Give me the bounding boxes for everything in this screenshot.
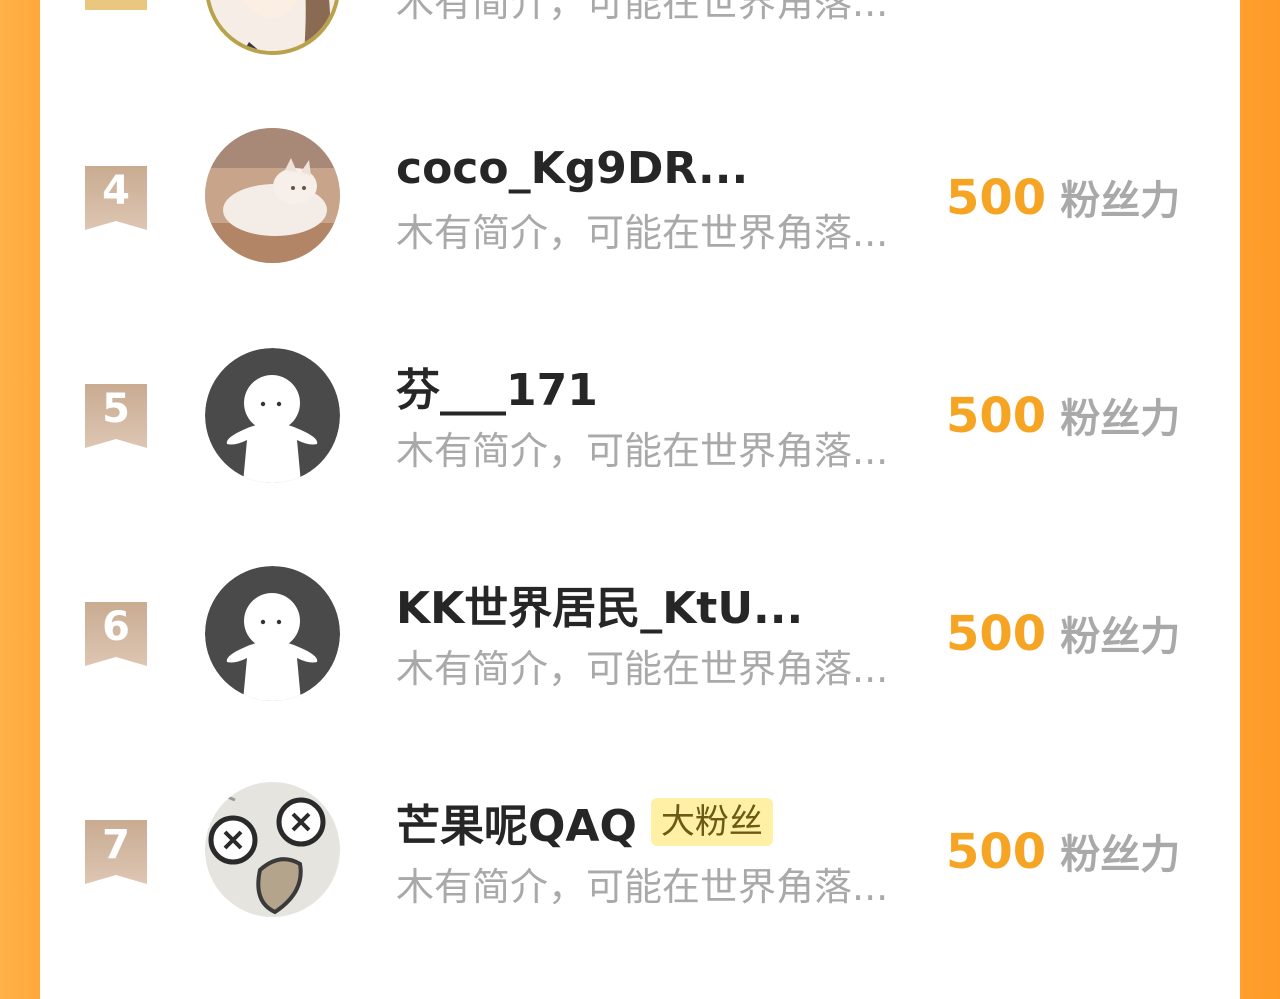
rank-ribbon: 6 [85, 602, 147, 666]
user-bio: 木有简介，可能在世界角落... [396, 429, 889, 473]
user-bio: 木有简介，可能在世界角落... [396, 211, 889, 255]
user-name[interactable]: coco_Kg9DR... [396, 143, 748, 194]
avatar-cat-photo[interactable] [205, 128, 340, 263]
avatar-top[interactable] [205, 0, 340, 55]
rank-ribbon: 5 [85, 384, 147, 448]
user-bio: 木有简介，可能在世界角落... [396, 647, 889, 691]
leaderboard-row[interactable]: 5 芬___171 木有简介，可能在世界角落... 500 粉丝力 [40, 306, 1240, 524]
leaderboard-panel: 木有简介，可能在世界角落... 4 coco_Kg9DR... 木有简介，可能在… [40, 0, 1240, 999]
fan-level-badge: 大粉丝 [650, 798, 773, 846]
user-bio-top: 木有简介，可能在世界角落... [396, 0, 889, 25]
fan-power: 500 粉丝力 [946, 822, 1180, 880]
rank-ribbon-top [85, 0, 147, 10]
user-name-line: 芬___171 [396, 358, 598, 416]
fan-power-value: 500 [946, 388, 1047, 444]
user-name[interactable]: KK世界居民_KtU... [396, 572, 803, 636]
fan-power-unit: 粉丝力 [1060, 396, 1181, 442]
fan-power-unit: 粉丝力 [1060, 614, 1181, 660]
rank-ribbon: 7 [85, 820, 147, 884]
default-person-icon[interactable] [205, 348, 340, 483]
default-person-icon[interactable] [205, 566, 340, 701]
fan-power-value: 500 [946, 170, 1047, 226]
fan-power: 500 粉丝力 [946, 168, 1180, 226]
user-name-line: 芒果呢QAQ 大粉丝 [396, 794, 773, 852]
user-name[interactable]: 芬___171 [396, 354, 598, 418]
fan-power-value: 500 [946, 824, 1047, 880]
fan-power-unit: 粉丝力 [1060, 832, 1181, 878]
fan-power-unit: 粉丝力 [1060, 178, 1181, 224]
leaderboard-row[interactable]: 4 coco_Kg9DR... 木有简介，可能在世界角落... 500 粉丝力 [40, 88, 1240, 306]
fan-power: 500 粉丝力 [946, 604, 1180, 662]
rank-ribbon: 4 [85, 166, 147, 230]
user-name[interactable]: 芒果呢QAQ [396, 790, 637, 854]
fan-power: 500 粉丝力 [946, 386, 1180, 444]
user-name-line: KK世界居民_KtU... [396, 576, 803, 634]
user-bio: 木有简介，可能在世界角落... [396, 865, 889, 909]
user-name-line: coco_Kg9DR... [396, 140, 748, 196]
leaderboard-row[interactable]: 6 KK世界居民_KtU... 木有简介，可能在世界角落... 500 粉丝力 [40, 524, 1240, 742]
avatar-cartoon-face[interactable] [205, 782, 340, 917]
leaderboard-row[interactable]: 7 芒果呢QAQ 大粉丝 木有简介，可能在世界角落... 500 粉丝力 [40, 742, 1240, 960]
fan-power-value: 500 [946, 606, 1047, 662]
